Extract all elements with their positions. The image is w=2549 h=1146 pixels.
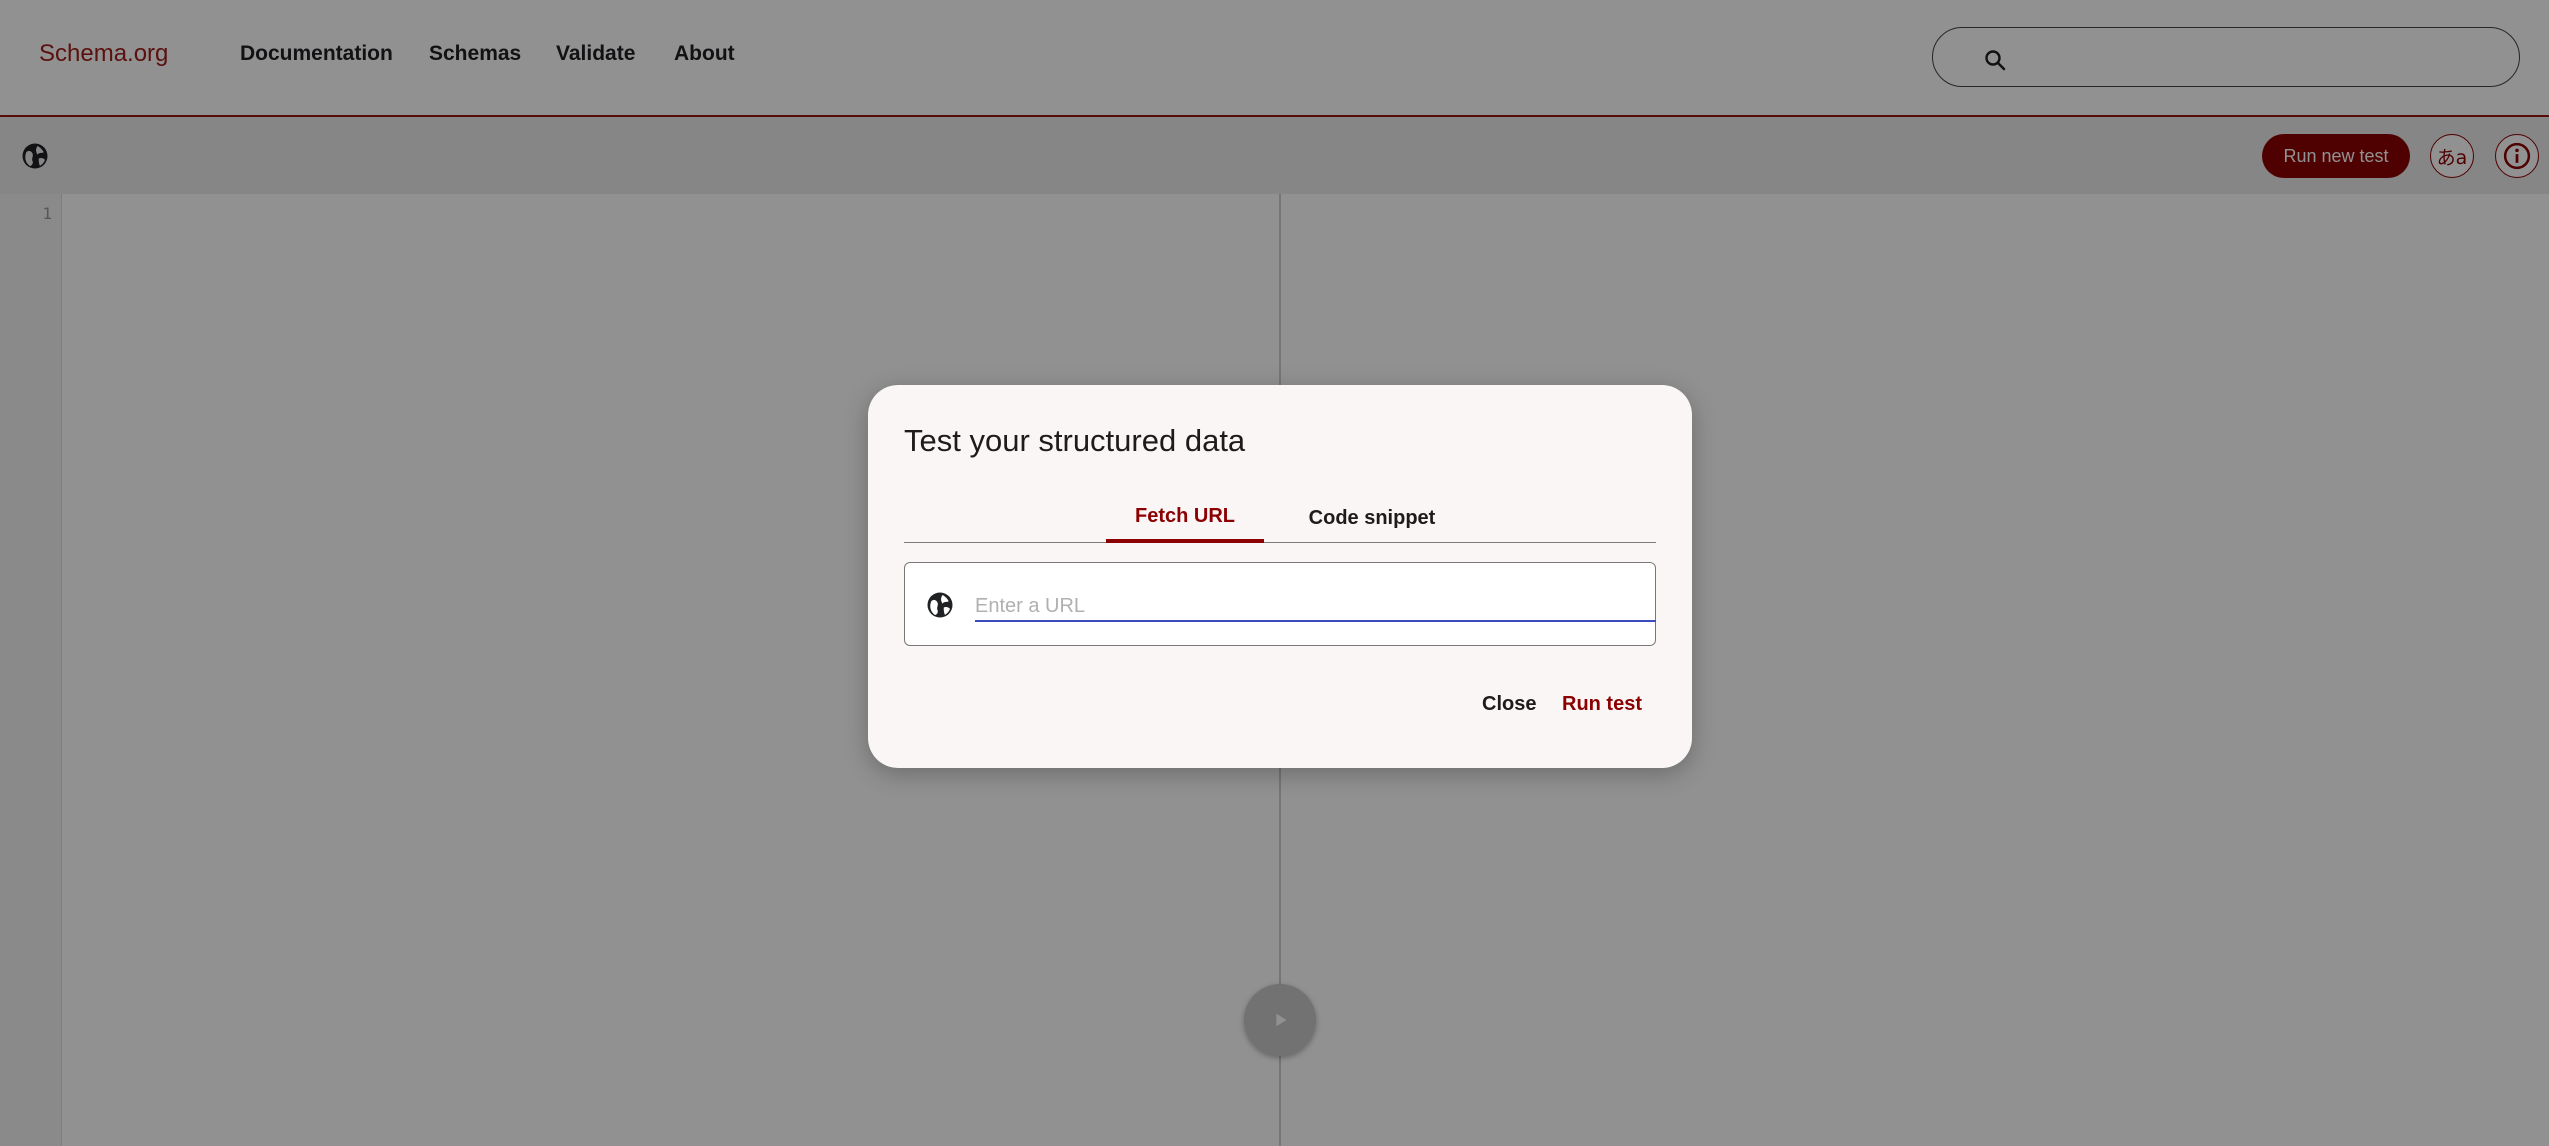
tab-fetch-url[interactable]: Fetch URL	[1106, 493, 1264, 543]
tab-code-snippet[interactable]: Code snippet	[1282, 493, 1462, 543]
close-button[interactable]: Close	[1482, 693, 1536, 716]
dialog-title: Test your structured data	[904, 423, 1246, 458]
url-field	[904, 562, 1656, 646]
test-dialog: Test your structured data Fetch URL Code…	[868, 385, 1692, 768]
globe-icon	[927, 592, 953, 618]
url-input[interactable]	[975, 587, 1656, 622]
run-test-button[interactable]: Run test	[1562, 693, 1642, 716]
dialog-tabs: Fetch URL Code snippet	[904, 493, 1656, 543]
